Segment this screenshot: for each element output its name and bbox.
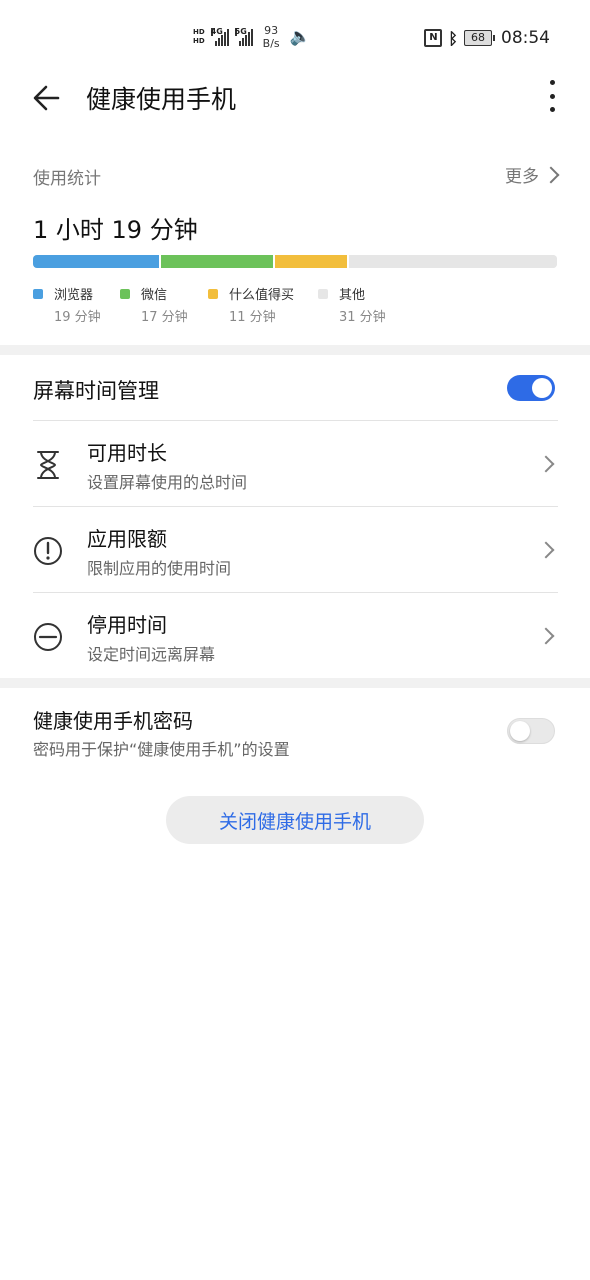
list-item-available-time[interactable]: 可用时长 设置屏幕使用的总时间 xyxy=(0,421,590,506)
status-bar-network: HD HD 4G 5G 93 B/s 🔈 xyxy=(193,24,311,50)
legend-app-time: 11 分钟 xyxy=(229,310,276,325)
section-divider xyxy=(0,345,590,355)
legend-color-swatch xyxy=(208,289,218,299)
signal-strength-icon: 4G xyxy=(210,27,229,46)
clock: 08:54 xyxy=(501,28,550,48)
password-subtitle: 密码用于保护“健康使用手机”的设置 xyxy=(33,740,290,759)
usage-bar-segment xyxy=(160,255,275,268)
more-stats-link[interactable]: 更多 xyxy=(505,162,560,187)
usage-bar-segment xyxy=(33,255,161,268)
legend-color-swatch xyxy=(33,289,43,299)
network-speed: 93 B/s xyxy=(262,24,280,50)
legend-app-time: 19 分钟 xyxy=(54,310,101,325)
item-subtitle: 设置屏幕使用的总时间 xyxy=(87,473,248,492)
chevron-right-icon xyxy=(542,166,560,183)
app-bar: 健康使用手机 xyxy=(0,72,590,120)
signal-strength-icon-2: 5G xyxy=(234,27,253,46)
status-bar-system: N ᛒ 68 08:54 xyxy=(424,28,550,48)
total-usage-time: 1 小时 19 分钟 xyxy=(33,216,198,244)
usage-stats-section: 使用统计 更多 1 小时 19 分钟 浏览器 19 分钟 微信 17 分钟 什么值得买 1… xyxy=(0,150,590,344)
item-subtitle: 设定时间远离屏幕 xyxy=(87,645,216,664)
chevron-right-icon xyxy=(537,455,555,473)
usage-legend: 浏览器 19 分钟 微信 17 分钟 什么值得买 11 分钟 其他 31 分钟 xyxy=(33,284,573,334)
network-type-label-2: 5G xyxy=(234,27,247,36)
chevron-right-icon xyxy=(537,627,555,645)
network-type-label: 4G xyxy=(210,27,223,36)
usage-bar xyxy=(33,255,557,268)
bluetooth-icon: ᛒ xyxy=(448,28,458,48)
password-row: 健康使用手机密码 密码用于保护“健康使用手机”的设置 xyxy=(0,688,590,773)
exclamation-circle-icon xyxy=(34,537,62,565)
usage-bar-segment xyxy=(274,255,349,268)
list-item-app-limits[interactable]: 应用限额 限制应用的使用时间 xyxy=(0,507,590,592)
item-title: 停用时间 xyxy=(87,613,167,637)
legend-app-time: 17 分钟 xyxy=(141,310,188,325)
usage-stats-header: 使用统计 xyxy=(33,169,101,189)
legend-app-name: 微信 xyxy=(141,288,168,303)
more-options-icon[interactable] xyxy=(542,76,562,116)
item-title: 应用限额 xyxy=(87,527,167,551)
back-arrow-icon[interactable] xyxy=(28,78,68,118)
legend-app-name: 什么值得买 xyxy=(229,288,295,303)
hourglass-icon xyxy=(37,451,59,479)
item-title: 可用时长 xyxy=(87,441,167,465)
legend-app-time: 31 分钟 xyxy=(339,310,386,325)
nfc-icon: N xyxy=(424,29,443,47)
status-bar: HD HD 4G 5G 93 B/s 🔈 N ᛒ 68 08:54 xyxy=(0,0,590,80)
close-health-button[interactable]: 关闭健康使用手机 xyxy=(166,796,424,844)
item-subtitle: 限制应用的使用时间 xyxy=(87,559,232,578)
password-title: 健康使用手机密码 xyxy=(33,709,193,733)
password-toggle[interactable] xyxy=(507,718,555,744)
legend-app-name: 浏览器 xyxy=(54,288,94,303)
legend-app-name: 其他 xyxy=(339,288,366,303)
battery-level: 68 xyxy=(464,30,492,46)
usage-bar-segment xyxy=(348,255,557,268)
screen-time-toggle[interactable] xyxy=(507,375,555,401)
legend-color-swatch xyxy=(120,289,130,299)
volume-icon: 🔈 xyxy=(289,27,311,47)
battery-icon: 68 xyxy=(464,30,495,46)
minus-circle-icon xyxy=(34,623,62,651)
page-title: 健康使用手机 xyxy=(86,85,237,114)
section-divider xyxy=(0,678,590,688)
list-item-downtime[interactable]: 停用时间 设定时间远离屏幕 xyxy=(0,593,590,678)
legend-color-swatch xyxy=(318,289,328,299)
screen-time-row: 屏幕时间管理 xyxy=(0,355,590,420)
chevron-right-icon xyxy=(537,541,555,559)
hd-voice-icon: HD HD xyxy=(193,28,205,45)
screen-time-title: 屏幕时间管理 xyxy=(33,379,159,403)
